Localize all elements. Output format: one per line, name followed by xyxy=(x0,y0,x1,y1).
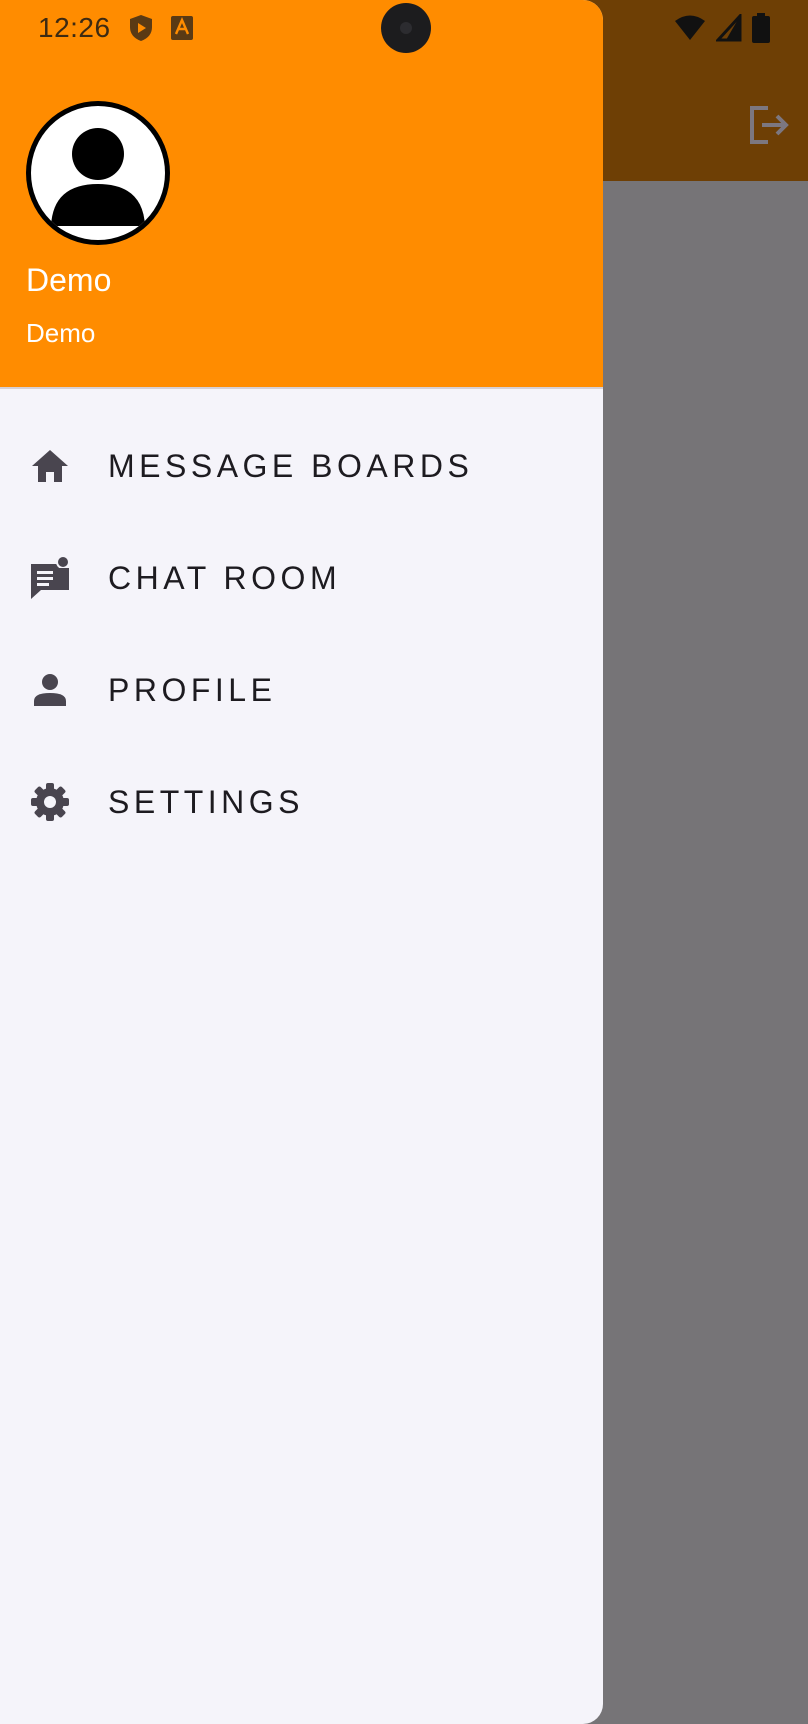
chat-icon xyxy=(28,556,72,600)
user-subtitle: Demo xyxy=(26,318,96,348)
status-time: 12:26 xyxy=(38,12,111,43)
menu-label: CHAT ROOM xyxy=(108,559,342,596)
menu-item-chat-room[interactable]: CHAT ROOM xyxy=(0,522,603,634)
menu-label: MESSAGE BOARDS xyxy=(108,447,474,484)
user-silhouette-icon xyxy=(51,128,145,226)
menu-label: SETTINGS xyxy=(108,783,305,820)
logout-icon xyxy=(750,106,789,144)
avatar[interactable] xyxy=(26,101,170,245)
menu-item-settings[interactable]: SETTINGS xyxy=(0,746,603,858)
logout-button[interactable] xyxy=(742,98,796,152)
text-a-icon xyxy=(170,16,193,40)
home-icon xyxy=(28,444,72,488)
drawer-header: 12:26 Demo Demo xyxy=(0,0,603,389)
status-icons-right xyxy=(674,10,770,46)
menu-label: PROFILE xyxy=(108,671,277,708)
front-camera xyxy=(381,3,431,53)
drawer-menu: MESSAGE BOARDS CHAT ROOM PROFILE SETTING… xyxy=(0,410,603,858)
gear-icon xyxy=(28,780,72,824)
wifi-icon xyxy=(675,15,705,40)
menu-item-profile[interactable]: PROFILE xyxy=(0,634,603,746)
person-icon xyxy=(28,668,72,712)
menu-item-message-boards[interactable]: MESSAGE BOARDS xyxy=(0,410,603,522)
status-bar-left: 12:26 xyxy=(38,10,193,46)
navigation-drawer: 12:26 Demo Demo MESSAGE BOARDS CHAT ROOM… xyxy=(0,0,603,1724)
play-protect-icon xyxy=(129,15,152,41)
cellular-signal-icon xyxy=(716,14,742,42)
user-name: Demo xyxy=(26,262,112,298)
battery-icon xyxy=(752,13,770,43)
